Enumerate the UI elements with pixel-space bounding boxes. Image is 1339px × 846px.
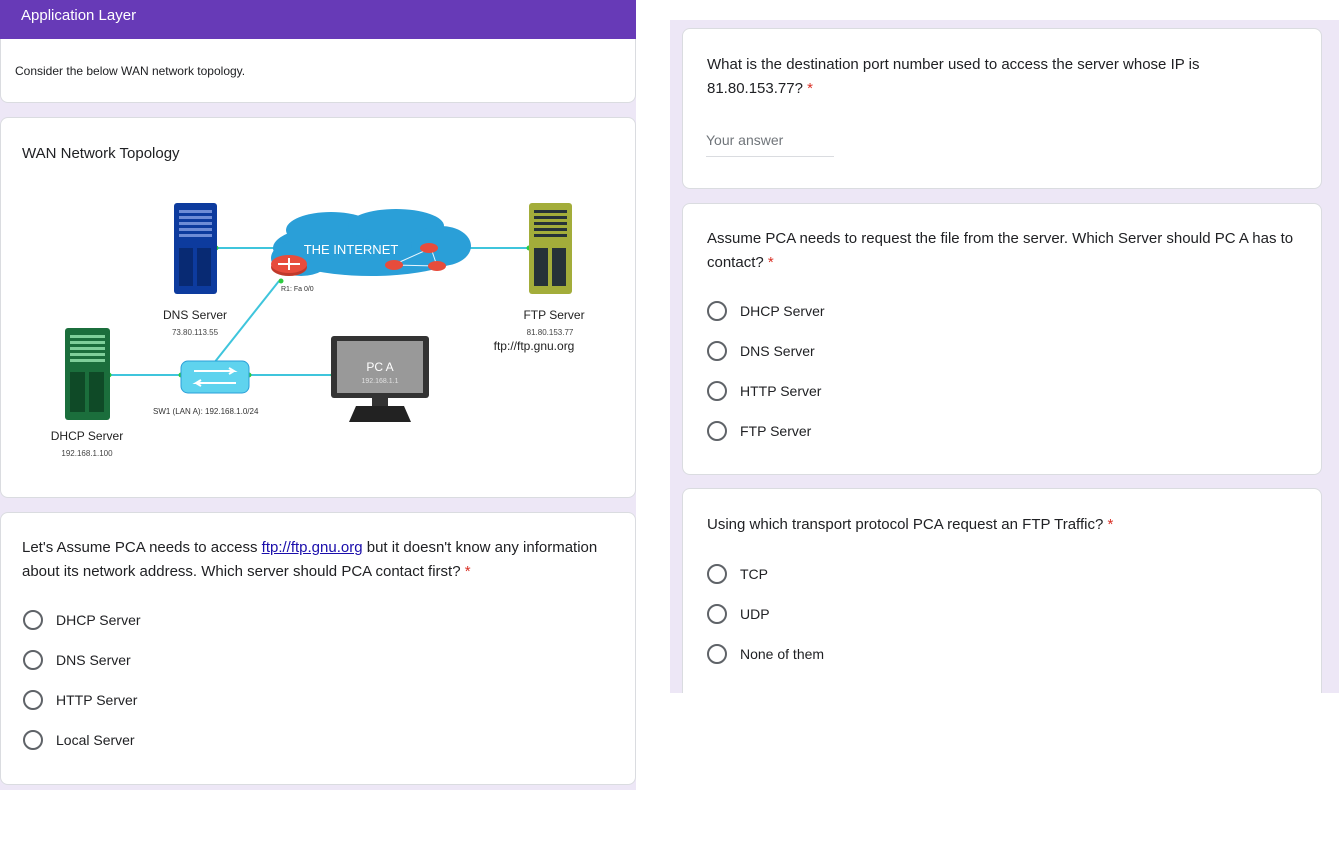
option-label: HTTP Server [56,692,138,708]
router-label: R1: Fa 0/0 [281,286,314,293]
form-header: Application Layer [0,0,636,39]
intro-text: Consider the below WAN network topology. [15,64,246,78]
option-label: DNS Server [740,343,815,359]
q1-option-http[interactable]: HTTP Server [23,690,137,710]
required-asterisk: * [1107,516,1114,533]
option-label: TCP [740,566,768,582]
ftp-link[interactable]: ftp://ftp.gnu.org [262,539,363,556]
q1-option-dns[interactable]: DNS Server [23,650,131,670]
link-router-switch [213,280,280,364]
question-2-card: What is the destination port number used… [682,28,1322,189]
question-3-title: Assume PCA needs to request the file fro… [707,227,1302,275]
dhcp-server-icon [65,328,110,420]
q3-option-ftp[interactable]: FTP Server [707,421,811,441]
radio-button[interactable] [707,564,727,584]
radio-button[interactable] [707,644,727,664]
radio-button[interactable] [23,610,43,630]
page-bottom-whitespace [670,693,1339,846]
topology-diagram: THE INTERNET R1: Fa 0/0 DNS Server 73.80… [51,203,585,458]
q3-option-http[interactable]: HTTP Server [707,381,821,401]
radio-button[interactable] [707,301,727,321]
question-1-title: Let's Assume PCA needs to access ftp://f… [22,536,612,584]
required-asterisk: * [464,563,471,580]
question-4-card: Using which transport protocol PCA reque… [682,488,1322,698]
q3-option-dns[interactable]: DNS Server [707,341,815,361]
topology-card: WAN Network Topology THE INTERNET R1: Fa… [0,117,636,498]
ftp-server-ip: 81.80.153.77 [527,328,574,337]
router-icon [271,255,307,276]
q4-option-tcp[interactable]: TCP [707,564,768,584]
question-1-text-before: Let's Assume PCA needs to access [22,539,262,556]
ftp-server-name: FTP Server [523,308,584,322]
radio-button[interactable] [707,421,727,441]
q1-option-dhcp[interactable]: DHCP Server [23,610,141,630]
option-label: Local Server [56,732,135,748]
option-label: DHCP Server [740,303,825,319]
question-3-card: Assume PCA needs to request the file fro… [682,203,1322,475]
option-label: HTTP Server [740,383,822,399]
pca-ip: 192.168.1.1 [362,378,399,385]
q4-option-none[interactable]: None of them [707,644,824,664]
form-title: Application Layer [21,7,137,24]
intro-card: Consider the below WAN network topology. [0,39,636,103]
answer-input[interactable]: Your answer [706,132,834,157]
dns-server-name: DNS Server [163,308,227,322]
required-asterisk: * [767,254,774,271]
question-4-title: Using which transport protocol PCA reque… [707,513,1302,537]
question-1-card: Let's Assume PCA needs to access ftp://f… [0,512,636,785]
q4-option-udp[interactable]: UDP [707,604,770,624]
option-label: DNS Server [56,652,131,668]
internet-label: THE INTERNET [304,242,399,257]
q1-option-local[interactable]: Local Server [23,730,135,750]
question-3-text: Assume PCA needs to request the file fro… [707,230,1294,271]
dns-server-icon [174,203,217,294]
q3-option-dhcp[interactable]: DHCP Server [707,301,825,321]
radio-button[interactable] [707,381,727,401]
required-asterisk: * [807,80,813,97]
radio-button[interactable] [707,604,727,624]
radio-button[interactable] [23,690,43,710]
dhcp-server-name: DHCP Server [51,429,123,443]
switch-icon [180,360,250,394]
option-label: FTP Server [740,423,812,439]
dns-server-ip: 73.80.113.55 [172,328,219,337]
radio-button[interactable] [23,730,43,750]
pca-name: PC A [366,360,393,374]
dhcp-server-ip: 192.168.1.100 [61,449,113,458]
question-2-text: What is the destination port number used… [707,56,1200,97]
option-label: None of them [740,646,825,662]
ftp-server-url: ftp://ftp.gnu.org [494,339,575,353]
question-2-title: What is the destination port number used… [707,53,1297,101]
switch-label: SW1 (LAN A): 192.168.1.0/24 [153,407,259,416]
question-4-text: Using which transport protocol PCA reque… [707,516,1104,533]
option-label: DHCP Server [56,612,141,628]
radio-button[interactable] [23,650,43,670]
ftp-server-icon [529,203,572,294]
radio-button[interactable] [707,341,727,361]
option-label: UDP [740,606,770,622]
